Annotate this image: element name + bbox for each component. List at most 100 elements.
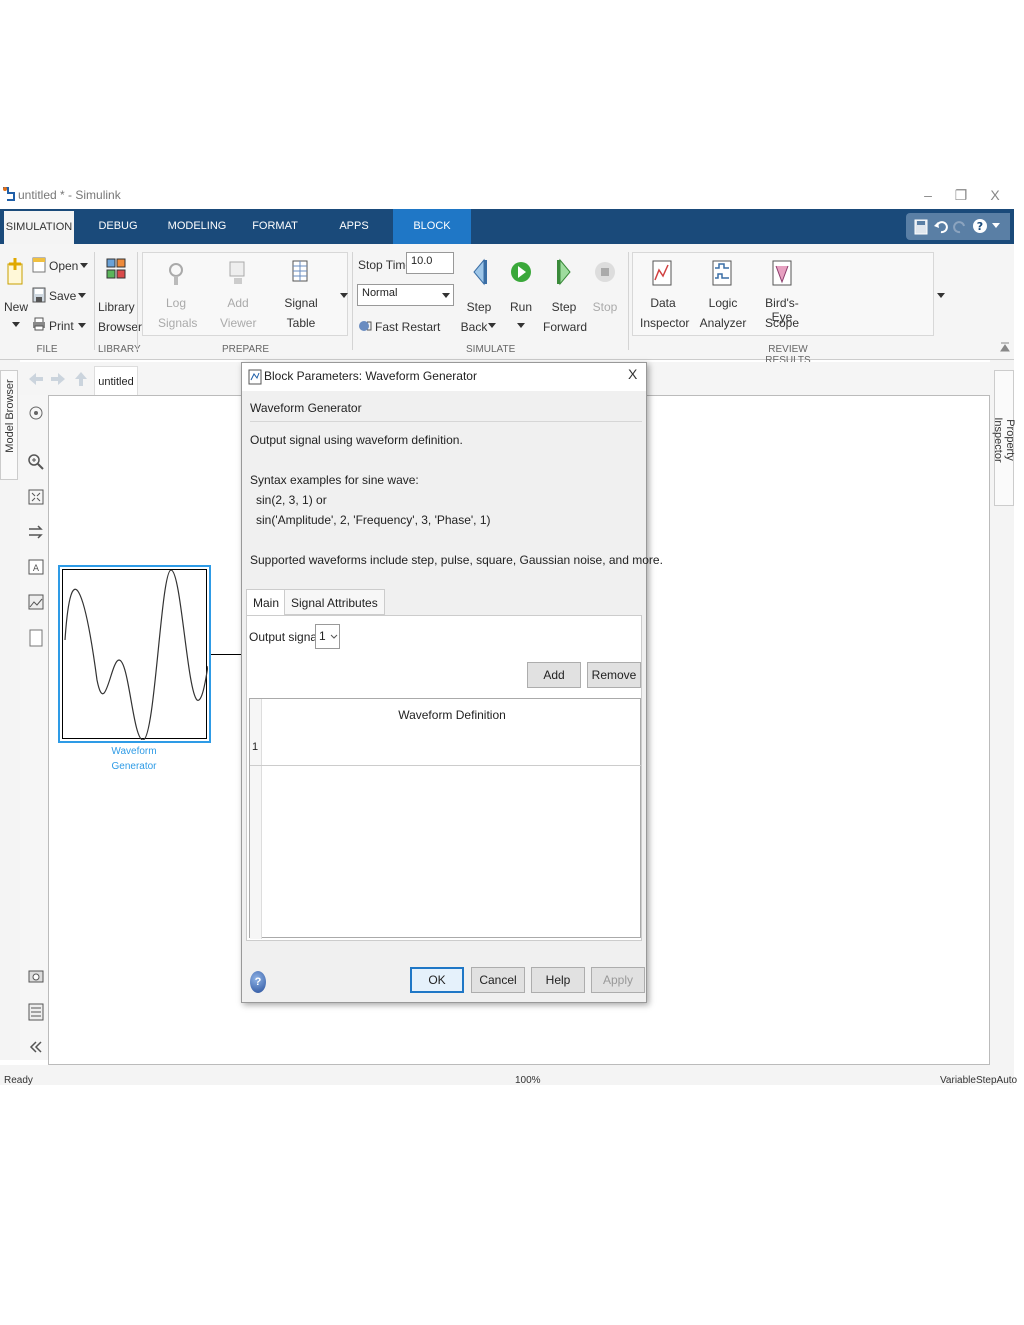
back-arrow-icon[interactable] (28, 372, 44, 386)
tab-modeling[interactable]: MODELING (162, 209, 232, 244)
dialog-title: Block Parameters: Waveform Generator (264, 369, 477, 383)
up-arrow-icon[interactable] (74, 371, 88, 387)
step-back-chevron-icon[interactable] (488, 323, 496, 329)
restore-button[interactable]: ❐ (949, 185, 973, 205)
new-dropdown-chevron-icon[interactable] (12, 322, 20, 328)
ok-button[interactable]: OK (410, 967, 464, 993)
help-icon[interactable]: ? (250, 971, 266, 993)
run-chevron-icon[interactable] (517, 323, 525, 329)
signal-line[interactable] (211, 654, 245, 655)
add-viewer-label-1[interactable]: Add (220, 296, 256, 310)
open-dropdown-chevron-icon[interactable] (80, 263, 88, 269)
stop-time-input[interactable]: 10.0 (406, 252, 454, 274)
fast-restart-icon[interactable] (358, 320, 372, 332)
hide-show-explorer-icon[interactable] (29, 406, 43, 420)
add-viewer-label-2[interactable]: Viewer (220, 316, 256, 330)
stop-icon[interactable] (594, 258, 616, 288)
route-lines-icon[interactable] (28, 524, 44, 540)
add-button[interactable]: Add (527, 662, 581, 688)
print-icon[interactable] (32, 317, 46, 331)
save-dropdown-chevron-icon[interactable] (78, 293, 86, 299)
open-icon[interactable] (32, 257, 46, 273)
step-forward-label-2[interactable]: Forward (542, 320, 588, 334)
prepare-expand-chevron-icon[interactable] (340, 293, 348, 299)
output-signal-select[interactable]: 1 (315, 624, 340, 649)
log-signals-label-1[interactable]: Log (158, 296, 194, 310)
waveform-definition-table[interactable]: Waveform Definition 1 (249, 698, 642, 939)
tab-debug[interactable]: DEBUG (88, 209, 148, 244)
logic-analyzer-label-2[interactable]: Analyzer (698, 316, 748, 330)
library-browser-label-2[interactable]: Browser (98, 320, 142, 334)
step-back-label-1[interactable]: Step (462, 300, 496, 314)
screenshot-icon[interactable] (28, 968, 44, 984)
signal-table-icon[interactable] (292, 260, 308, 284)
tab-main[interactable]: Main (246, 589, 287, 616)
print-label[interactable]: Print (49, 319, 74, 333)
dialog-close-button[interactable]: X (628, 366, 637, 382)
remove-button[interactable]: Remove (587, 662, 641, 688)
chevron-down-icon[interactable] (992, 223, 1000, 229)
dialog-app-icon (248, 369, 262, 385)
log-signals-label-2[interactable]: Signals (158, 316, 197, 330)
signal-table-label-2[interactable]: Table (282, 316, 320, 330)
minimize-button[interactable]: – (916, 185, 940, 205)
annotation-icon[interactable]: A (28, 559, 44, 575)
save-all-icon[interactable] (914, 219, 928, 235)
run-icon[interactable] (510, 258, 532, 288)
undo-icon[interactable] (934, 220, 948, 234)
open-label[interactable]: Open (49, 259, 78, 273)
collapse-toolbar-icon[interactable] (29, 1041, 43, 1053)
solver-status[interactable]: VariableStepAuto (940, 1075, 1017, 1086)
help-button[interactable]: Help (531, 967, 585, 993)
redo-icon[interactable] (953, 220, 967, 234)
simulation-mode-select[interactable]: Normal (357, 284, 454, 306)
forward-arrow-icon[interactable] (50, 372, 66, 386)
block-name-line1: Waveform (111, 746, 157, 757)
data-inspector-icon[interactable] (652, 260, 672, 288)
step-forward-icon[interactable] (554, 258, 574, 288)
model-data-icon[interactable] (28, 1003, 44, 1021)
add-viewer-icon[interactable] (228, 260, 248, 286)
birds-eye-scope-icon[interactable] (772, 260, 792, 288)
close-window-button[interactable]: X (983, 185, 1007, 205)
step-back-label-2[interactable]: Back (460, 320, 488, 334)
save-icon[interactable] (32, 287, 46, 303)
birds-eye-scope-label-2[interactable]: Scope (764, 316, 800, 330)
new-label[interactable]: New (4, 300, 28, 314)
stop-label[interactable]: Stop (590, 300, 620, 314)
print-dropdown-chevron-icon[interactable] (78, 323, 86, 329)
logic-analyzer-icon[interactable] (712, 260, 732, 288)
supported-waveforms-text: Supported waveforms include step, pulse,… (250, 553, 663, 567)
step-back-icon[interactable] (470, 258, 490, 288)
tab-apps[interactable]: APPS (324, 209, 384, 244)
help-menu-icon[interactable]: ? (972, 218, 988, 234)
run-label[interactable]: Run (506, 300, 536, 314)
new-model-icon[interactable] (6, 258, 26, 286)
image-icon[interactable] (28, 594, 44, 610)
step-forward-label-1[interactable]: Step (546, 300, 582, 314)
tab-signal-attributes[interactable]: Signal Attributes (284, 589, 385, 615)
data-inspector-label-1[interactable]: Data (644, 296, 682, 310)
save-label[interactable]: Save (49, 289, 76, 303)
tab-simulation[interactable]: SIMULATION (4, 209, 74, 244)
waveform-generator-block[interactable] (58, 565, 211, 743)
apply-button[interactable]: Apply (591, 967, 645, 993)
library-browser-label-1[interactable]: Library (98, 300, 135, 314)
data-inspector-label-2[interactable]: Inspector (640, 316, 689, 330)
review-expand-chevron-icon[interactable] (937, 293, 945, 299)
model-browser-label: Model Browser (4, 379, 16, 453)
log-signals-icon[interactable] (166, 260, 186, 286)
collapse-ribbon-icon[interactable] (1000, 342, 1010, 354)
signal-table-label-1[interactable]: Signal (282, 296, 320, 310)
cancel-button[interactable]: Cancel (471, 967, 525, 993)
tab-format[interactable]: FORMAT (246, 209, 304, 244)
breadcrumb[interactable]: untitled (94, 366, 138, 396)
area-icon[interactable] (29, 629, 43, 647)
tab-block[interactable]: BLOCK (393, 209, 471, 244)
block-name-label[interactable]: Waveform Generator (98, 744, 170, 774)
fast-restart-label[interactable]: Fast Restart (375, 320, 440, 334)
zoom-icon[interactable] (28, 454, 44, 470)
library-browser-icon[interactable] (106, 258, 126, 288)
logic-analyzer-label-1[interactable]: Logic (704, 296, 742, 310)
fit-to-view-icon[interactable] (28, 489, 44, 505)
